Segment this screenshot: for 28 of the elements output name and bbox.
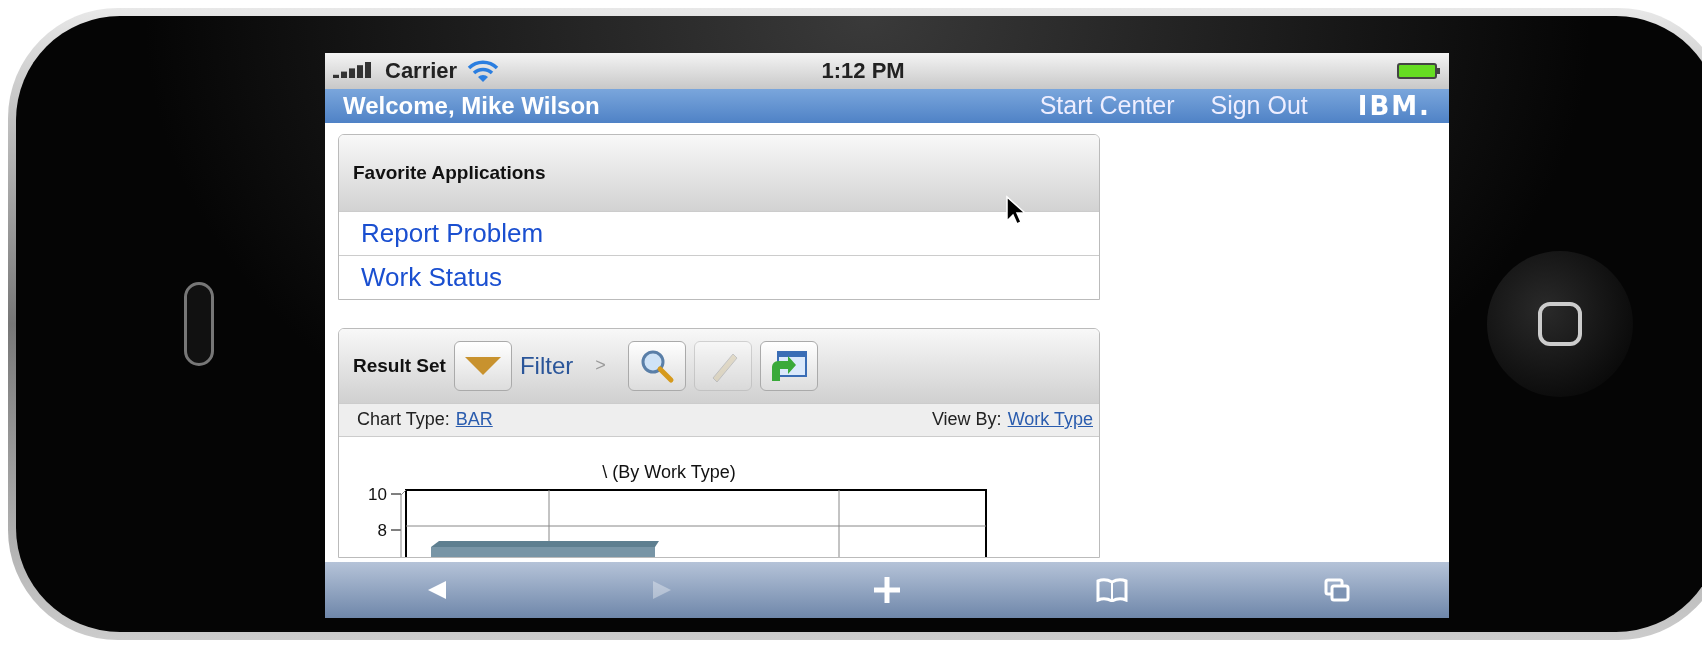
wifi-icon xyxy=(467,59,500,82)
carrier-label: Carrier xyxy=(385,57,458,84)
chart-type-label: Chart Type: xyxy=(357,409,450,430)
view-by-link[interactable]: Work Type xyxy=(1007,409,1093,430)
application-link[interactable]: Work Status xyxy=(339,254,1099,299)
filter-dropdown-button[interactable] xyxy=(453,340,512,391)
toolbar-button[interactable] xyxy=(759,340,818,391)
chart-title: \ (By Work Type) xyxy=(602,461,736,482)
book-icon xyxy=(1095,577,1128,602)
window-arrow-icon xyxy=(769,348,808,383)
back-icon xyxy=(426,578,449,601)
welcome-text: Welcome, Mike Wilson xyxy=(343,91,601,120)
chart-type-link[interactable]: BAR xyxy=(455,409,493,430)
filter-label[interactable]: Filter xyxy=(519,351,574,380)
axis-tick-label: 10 xyxy=(368,484,387,504)
toolbar-button[interactable] xyxy=(627,340,686,391)
mouse-cursor-icon xyxy=(1005,194,1027,225)
panel-title: Result Set xyxy=(353,354,446,377)
pages-icon xyxy=(1323,577,1350,602)
battery-icon xyxy=(1397,61,1441,80)
panel-title: Favorite Applications xyxy=(353,161,546,184)
view-by-label: View By: xyxy=(931,409,1002,430)
plus-icon xyxy=(872,574,902,605)
triangle-icon xyxy=(463,355,502,376)
axis-tick-label: 8 xyxy=(377,520,387,540)
clock-time: 1:12 PM xyxy=(820,57,906,84)
company-logo: IBM. xyxy=(1357,90,1431,121)
chevron-separator: > xyxy=(595,355,606,376)
